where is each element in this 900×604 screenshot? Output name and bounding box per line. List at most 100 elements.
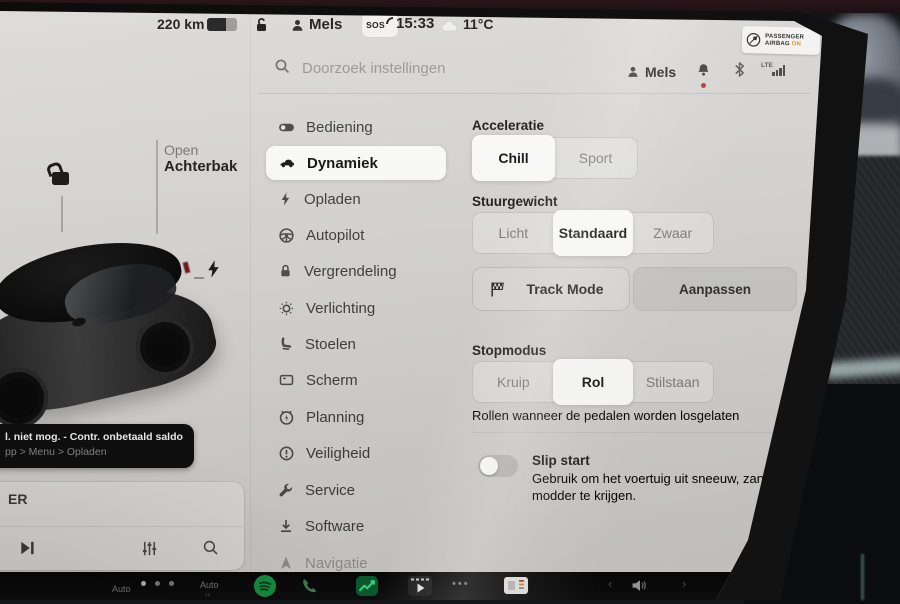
option-rol[interactable]: Rol [553,359,634,405]
airbag-icon [746,32,761,47]
trunk-open-label[interactable]: Open [164,142,198,158]
user-icon[interactable] [626,65,640,84]
media-title: ER [8,491,27,507]
display-icon [278,372,295,388]
outside-temperature[interactable]: 11°C [463,16,494,32]
media-player-panel: ER [0,482,244,570]
airbag-state: ON [792,41,802,47]
climate-chevrons[interactable]: ‹‹ [205,590,210,599]
charge-port-icon[interactable] [204,259,223,284]
toast-title: l. niet mog. - Contr. onbetaald saldo [5,431,186,443]
audio-settings-icon[interactable] [140,539,159,563]
alert-icon [278,445,295,462]
favorite-star-icon[interactable] [78,539,98,563]
sidebar-item-opladen[interactable]: Opladen [266,182,446,216]
download-icon [278,518,294,534]
option-sport[interactable]: Sport [554,138,637,178]
volume-down-chevron[interactable]: ‹ [608,576,612,591]
section-divider [472,432,794,433]
notification-dot [701,83,706,88]
track-mode-label: Track Mode [526,281,603,297]
search-input[interactable] [300,55,544,81]
acceleratie-segmented-control: Chill Sport [472,137,638,179]
stopmodus-segmented-control: Kruip Rol Stilstaan [472,361,714,403]
lock-icon [278,263,293,279]
driver-profile-name[interactable]: Mels [309,16,342,33]
slip-start-toggle[interactable] [478,455,518,477]
unlock-icon[interactable] [253,17,269,38]
sidebar-item-stoelen[interactable]: Stoelen [266,327,446,361]
next-track-icon[interactable] [18,539,37,562]
bezel-edge-glow [861,554,864,600]
trunk-label[interactable]: Achterbak [164,158,237,175]
car-rear-wheel [136,318,194,376]
spotify-icon[interactable] [254,575,276,597]
chargeport-callout-line [194,277,204,279]
controls-icon [278,119,295,136]
sidebar-item-software[interactable]: Software [266,509,446,543]
theater-icon[interactable] [408,576,432,596]
aanpassen-button[interactable]: Aanpassen [633,267,797,311]
light-icon [278,300,295,317]
climate-passenger-auto[interactable]: Auto [200,580,219,590]
sidebar-item-service[interactable]: Service [266,473,446,507]
airbag-line2: AIRBAG [765,40,790,47]
user-name[interactable]: Mels [645,64,676,80]
track-mode-button[interactable]: Track Mode [472,267,630,311]
car-icon [278,155,296,172]
lightning-icon [278,191,293,207]
stuurgewicht-label: Stuurgewicht [472,194,558,209]
car-unlocked-icon[interactable] [52,172,69,185]
media-page-dots [141,581,174,586]
more-apps-button[interactable]: ••• [452,578,470,590]
car-render [0,232,223,417]
panel-divider [250,12,251,572]
sidebar-item-bediening[interactable]: Bediening [266,110,446,144]
stuurgewicht-segmented-control: Licht Standaard Zwaar [472,212,714,254]
battery-icon [207,18,237,31]
sidebar-item-scherm[interactable]: Scherm [266,363,446,397]
clock: 15:33 [396,15,434,32]
option-stilstaan[interactable]: Stilstaan [632,362,713,402]
sidebar-item-veiligheid[interactable]: Veiligheid [266,436,446,470]
climate-driver-auto[interactable]: Auto [112,584,131,594]
media-divider [0,526,244,527]
sidebar-item-autopilot[interactable]: Autopilot [266,218,446,252]
media-search-icon[interactable] [202,539,220,562]
sidebar-item-vergrendeling[interactable]: Vergrendeling [266,254,446,288]
lock-callout-line [61,196,63,232]
driver-profile-icon[interactable] [290,18,305,38]
acceleratie-label: Acceleratie [472,118,544,133]
trunk-callout-line [156,140,158,234]
weather-cloud-icon [440,19,459,37]
navigation-icon [278,555,294,571]
boombox-icon[interactable] [504,577,528,594]
stopmodus-description: Rollen wanneer de pedalen worden losgela… [472,407,739,424]
option-kruip[interactable]: Kruip [473,362,554,402]
aanpassen-label: Aanpassen [679,282,751,297]
charging-notification-toast[interactable]: l. niet mog. - Contr. onbetaald saldo pp… [0,424,194,468]
sidebar-item-planning[interactable]: Planning [266,400,446,434]
volume-icon[interactable] [630,577,650,599]
search-icon[interactable] [274,58,291,80]
passenger-airbag-indicator: PASSENGER AIRBAG ON [742,26,821,55]
sidebar-item-dynamiek[interactable]: Dynamiek [266,146,446,180]
sidebar-item-verlichting[interactable]: Verlichting [266,291,446,325]
bluetooth-icon[interactable] [733,61,746,83]
sos-label: SOS [366,20,385,30]
signal-bars-icon[interactable] [772,65,785,76]
car-taillight [183,262,191,274]
option-chill[interactable]: Chill [472,135,555,181]
notifications-bell-icon[interactable] [696,62,711,83]
option-standaard[interactable]: Standaard [553,210,634,256]
checkered-flag-icon [489,281,506,298]
volume-up-chevron[interactable]: › [682,576,686,591]
stocks-icon[interactable] [356,576,378,596]
phone-icon[interactable] [300,576,320,601]
clock-icon [278,409,295,426]
option-licht[interactable]: Licht [473,213,554,253]
stopmodus-label: Stopmodus [472,343,546,358]
option-zwaar[interactable]: Zwaar [632,213,713,253]
steering-wheel-icon [278,227,295,244]
sos-button[interactable]: SOS [362,13,398,37]
